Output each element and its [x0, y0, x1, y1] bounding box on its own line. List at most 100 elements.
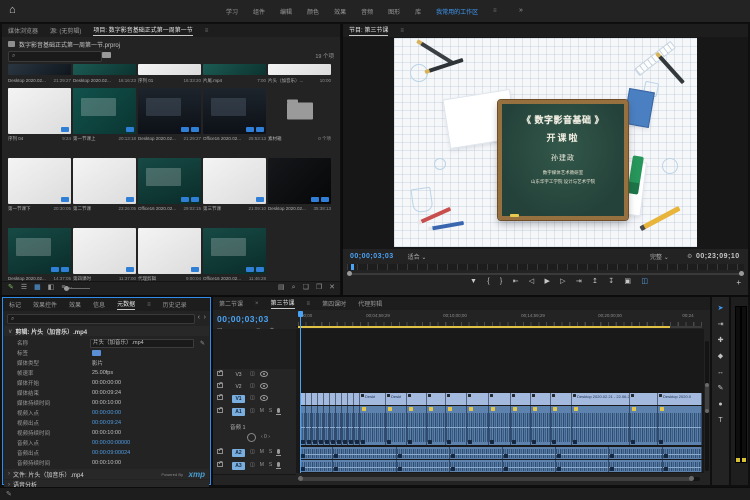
audio-clip[interactable]	[531, 406, 551, 445]
vertical-scrollbar[interactable]	[705, 341, 709, 471]
home-icon[interactable]: ⌂	[9, 4, 16, 16]
track-lock-icon[interactable]	[217, 449, 223, 454]
mute-button[interactable]: M	[260, 408, 264, 414]
video-clip[interactable]	[630, 393, 658, 405]
mute-button[interactable]: M	[260, 449, 264, 455]
workspace-tab-6[interactable]: 音频	[361, 7, 373, 16]
audio-clip[interactable]	[663, 460, 702, 472]
track-lock-icon[interactable]	[217, 408, 223, 413]
audio-clip[interactable]	[333, 460, 397, 472]
export-frame-button[interactable]: ▣	[624, 277, 631, 285]
extract-button[interactable]: ↧	[608, 277, 614, 285]
audio-clip[interactable]	[386, 406, 407, 445]
audio-clip[interactable]	[397, 447, 450, 459]
tab-project-2[interactable]: 源: (无剪辑)	[50, 26, 81, 35]
scroll-handle-right[interactable]	[689, 476, 694, 481]
program-timecode[interactable]: 00;00;03;03	[350, 253, 394, 260]
automate-to-sequence-icon[interactable]: ▤	[278, 284, 285, 291]
project-item[interactable]: 素材箱0 个项	[268, 88, 331, 145]
workspace-menu-icon[interactable]: ≡	[493, 8, 497, 14]
track-header-a1[interactable]: A1◫MS音频 1‹ 0 ›	[213, 406, 296, 448]
program-time-ruler[interactable]	[347, 264, 744, 270]
voiceover-mic-icon[interactable]	[277, 449, 280, 454]
audio-clip[interactable]	[630, 406, 658, 445]
track-lock-icon[interactable]	[217, 371, 223, 376]
audio-clip[interactable]	[489, 406, 511, 445]
project-writable-icon[interactable]: ✎	[8, 284, 14, 291]
metadata-search-input[interactable]: ⌕	[7, 314, 195, 324]
audio-meters-panel[interactable]	[731, 297, 748, 485]
audio-clip[interactable]	[511, 406, 531, 445]
video-clip[interactable]	[511, 393, 531, 405]
audio-clip[interactable]	[407, 406, 427, 445]
clear-icon[interactable]: ✕	[329, 284, 335, 291]
audio-clip[interactable]	[427, 406, 446, 445]
project-item[interactable]: Desktop 2020.02...16:16:23	[73, 64, 136, 87]
project-item[interactable]: 片头（加音乐）...10:00	[268, 64, 331, 87]
project-item[interactable]: 第四课时11:37:00	[73, 228, 136, 285]
audio-clip[interactable]	[300, 460, 333, 472]
project-item[interactable]: Desktop 2020.02...35:38:13	[268, 158, 331, 215]
tab-sequence-1[interactable]: 第二节课	[219, 299, 243, 308]
icon-view-icon[interactable]: ▦	[34, 284, 41, 291]
project-item[interactable]: 片尾.mp47:00	[203, 64, 266, 87]
project-item[interactable]: 序列 0116:33:20	[138, 64, 201, 87]
scroll-handle-left[interactable]	[298, 476, 303, 481]
thumbnail-zoom-slider[interactable]	[64, 288, 90, 289]
horizontal-splitter[interactable]	[0, 295, 750, 297]
timeline-ruler[interactable]: ;00;0000;04;59;2900;10;00;0000;14;59;290…	[296, 311, 702, 327]
workspace-tab-3[interactable]: 编辑	[280, 7, 292, 16]
razor-tool[interactable]: ◆	[718, 353, 723, 360]
ripple-edit-tool[interactable]: ✚	[718, 337, 724, 344]
program-playhead[interactable]	[351, 264, 354, 270]
project-item[interactable]: Office16 2020.02...29:02:15	[138, 158, 201, 215]
close-tab-icon[interactable]: ×	[255, 301, 259, 307]
workspace-tab-2[interactable]: 组件	[253, 7, 265, 16]
edit-pencil-icon[interactable]: ✎	[200, 340, 205, 347]
panel-menu-icon[interactable]: ≡	[400, 28, 404, 34]
go-to-in-button[interactable]: ⇤	[513, 277, 519, 285]
audio-clip[interactable]	[333, 447, 397, 459]
lift-button[interactable]: ↥	[592, 277, 598, 285]
metadata-file-section[interactable]: ›文件: 片头（加音乐）.mp4 Powered By xmp	[4, 469, 209, 479]
voiceover-mic-icon[interactable]	[277, 462, 280, 467]
tab-project-1[interactable]: 媒体浏览器	[8, 26, 38, 35]
hand-tool[interactable]: ●	[718, 401, 722, 408]
go-to-out-button[interactable]: ⇥	[576, 277, 582, 285]
sync-lock-icon[interactable]: ◫	[250, 383, 255, 389]
video-clip[interactable]	[446, 393, 467, 405]
track-select-forward-tool[interactable]: ⇥	[718, 321, 724, 328]
audio-clip[interactable]	[503, 447, 556, 459]
sync-lock-icon[interactable]: ◫	[250, 462, 255, 468]
project-item[interactable]: Desktop 2020.02...21:29:27	[138, 88, 201, 145]
tab-scroll-left-icon[interactable]: ‹	[198, 314, 200, 321]
video-clip[interactable]: Deskt	[386, 393, 407, 405]
solo-button[interactable]: S	[269, 449, 272, 455]
timeline-timecode[interactable]: 00;00;03;03	[217, 314, 269, 324]
tab-meta-2[interactable]: 效果控件	[33, 300, 57, 309]
track-lock-icon[interactable]	[217, 395, 223, 400]
zoom-level-select[interactable]: 适合 ⌄	[408, 252, 427, 261]
video-clip[interactable]	[467, 393, 489, 405]
name-input[interactable]: 片头（加音乐）.mp4	[90, 339, 194, 348]
workspace-tab-9[interactable]: 我常用的工作区	[436, 7, 478, 16]
metadata-clip-section[interactable]: ∨剪辑: 片头（加音乐）.mp4	[4, 326, 209, 336]
new-item-icon[interactable]: ❐	[316, 284, 322, 291]
list-view-icon[interactable]: ☰	[21, 284, 27, 291]
track-header-a3[interactable]: A3◫MS	[213, 460, 296, 475]
find-icon[interactable]: ⌕	[292, 284, 296, 291]
panel-menu-icon[interactable]: ≡	[205, 28, 209, 34]
video-clip[interactable]	[531, 393, 551, 405]
tab-meta-4[interactable]: 信息	[93, 300, 105, 309]
video-clip[interactable]	[427, 393, 446, 405]
zoom-slider-handle[interactable]	[64, 286, 69, 291]
tab-meta-6[interactable]: 历史记录	[163, 300, 187, 309]
audio-clip[interactable]	[609, 447, 663, 459]
track-output-eye-icon[interactable]	[260, 383, 268, 389]
horizontal-scrollbar[interactable]	[298, 477, 700, 481]
step-back-button[interactable]: ◁	[529, 277, 534, 285]
workspace-tab-1[interactable]: 学习	[226, 7, 238, 16]
work-area-bar[interactable]	[298, 326, 670, 328]
video-clip[interactable]: Desktop 2020.02.21 - 22.06.27.0	[572, 393, 630, 405]
audio-clip[interactable]	[446, 406, 467, 445]
